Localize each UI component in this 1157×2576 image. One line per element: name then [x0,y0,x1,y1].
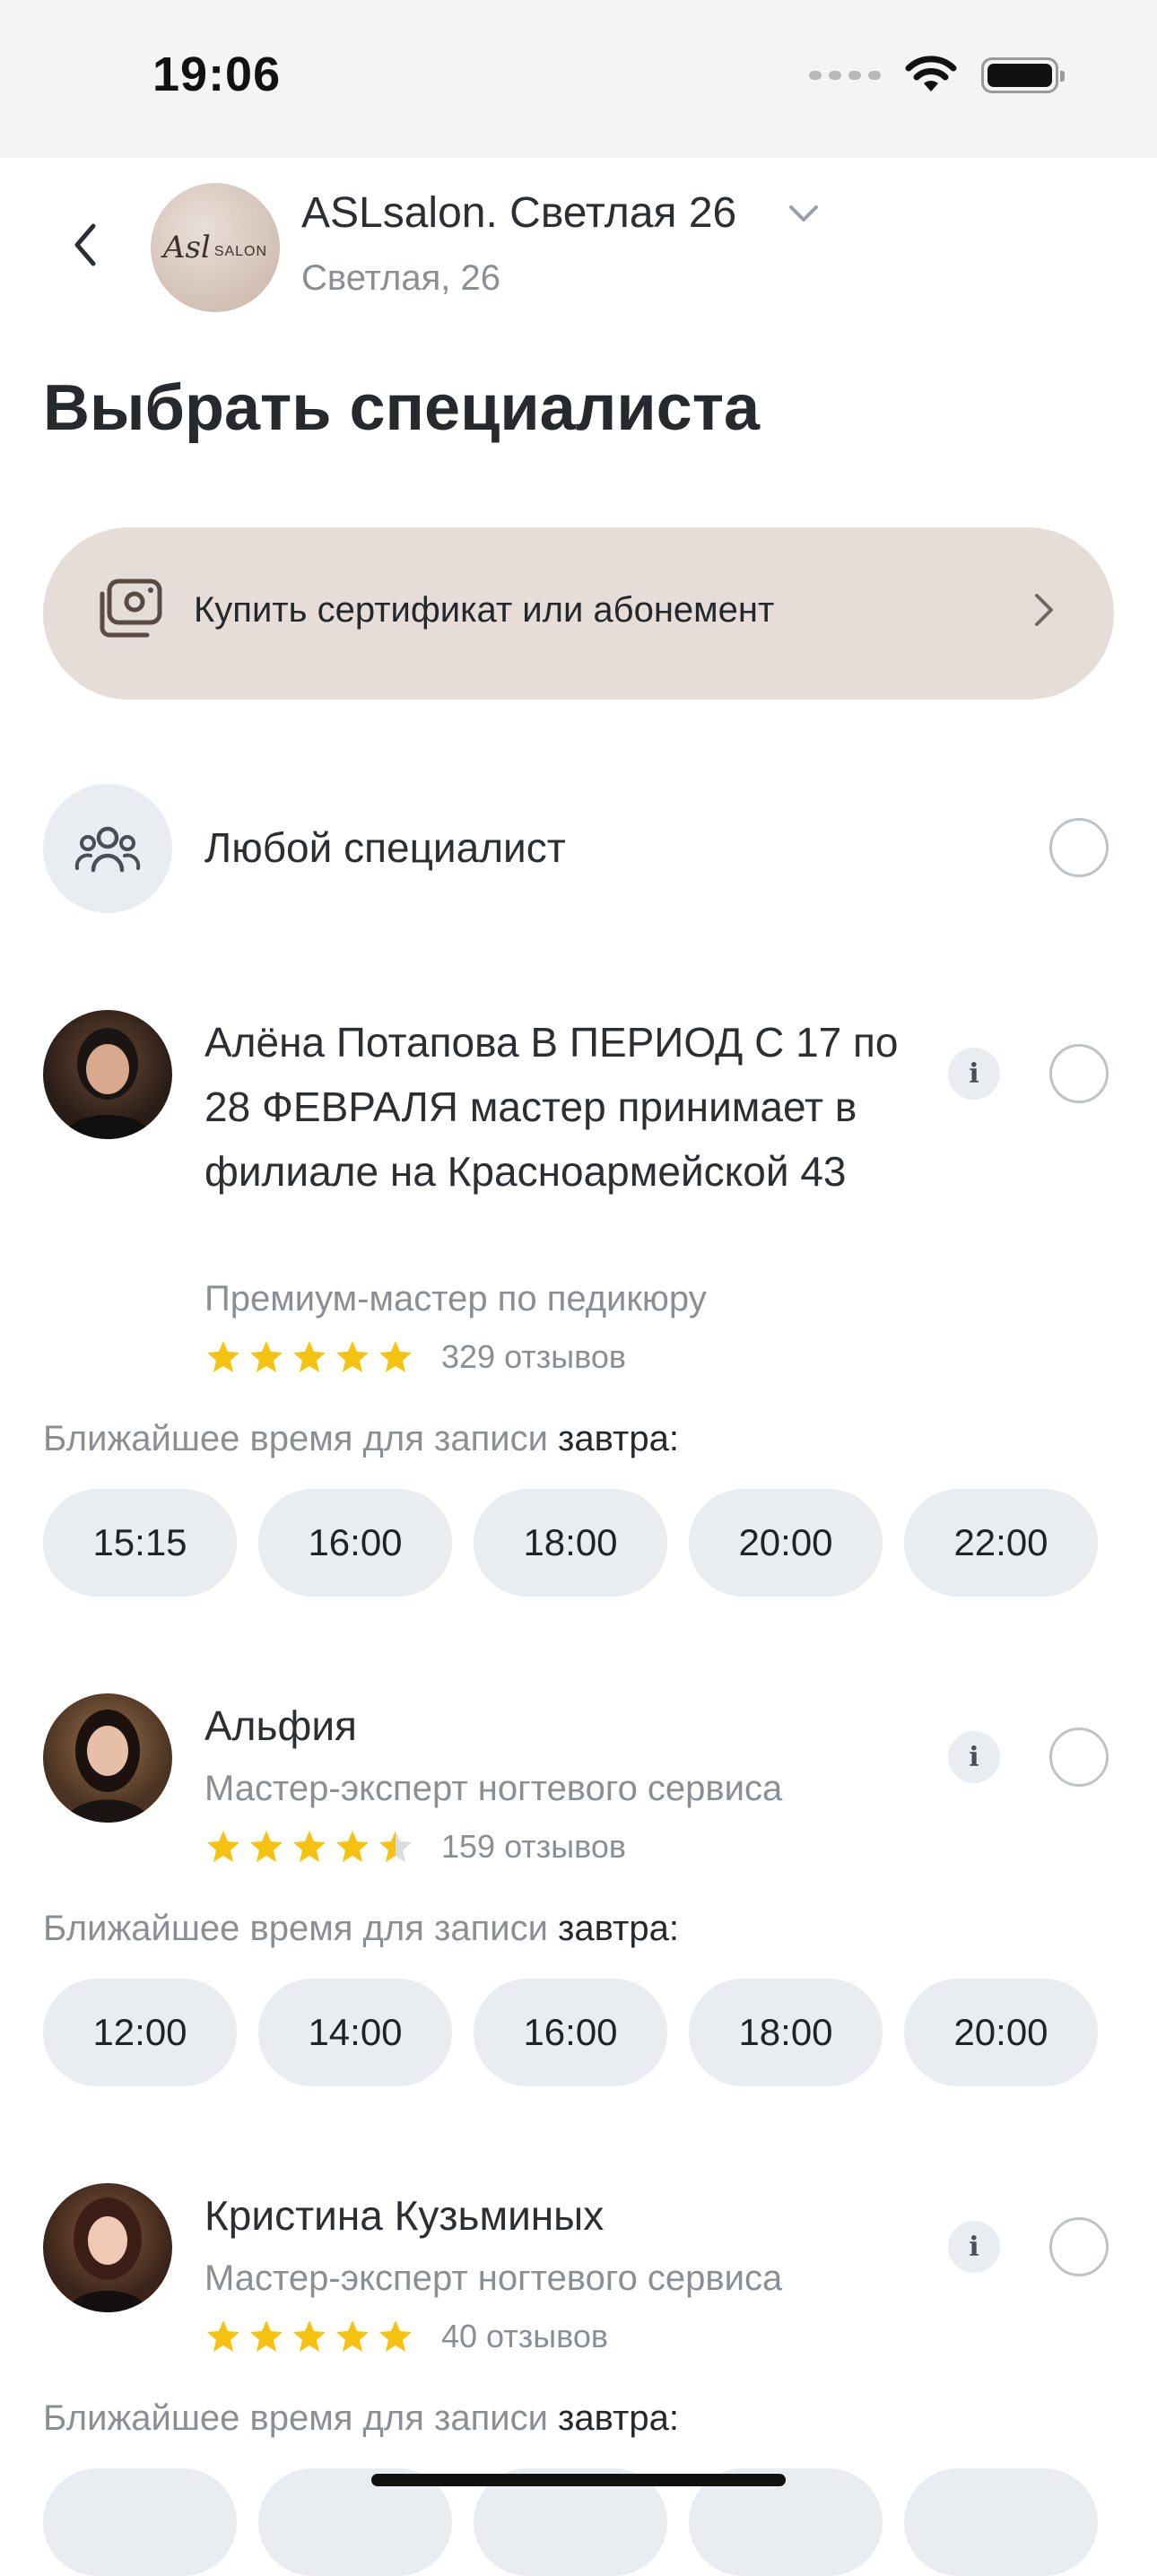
info-icon[interactable]: i [948,2221,1000,2273]
nearest-time-label: Ближайшее время для записи завтра: [43,1419,679,1459]
specialist-role: Мастер-эксперт ногтевого сервиса [204,2258,783,2298]
specialist-radio[interactable] [1049,1727,1109,1787]
rating-stars [204,1829,414,1865]
specialist-radio[interactable] [1049,2217,1109,2276]
rating-stars [204,1339,414,1375]
any-specialist-label[interactable]: Любой специалист [204,823,566,872]
status-time: 19:06 [152,48,282,101]
specialist-avatar [43,1693,172,1823]
star-icon [207,1341,239,1372]
rating-row: 40 отзывов [204,2318,608,2355]
any-specialist-avatar [43,784,172,913]
buy-certificate-label: Купить сертификат или абонемент [194,590,775,630]
salon-name[interactable]: ASLsalon. Светлая 26 [301,188,736,238]
wifi-icon [905,56,957,91]
status-icons [809,56,1065,95]
star-icon [336,1831,369,1862]
nearest-time-text: Ближайшее время для записи [43,1909,559,1948]
logo-word: SALON [213,244,268,259]
time-slot[interactable]: 20:00 [689,1489,883,1597]
back-button[interactable] [63,213,108,276]
time-slot[interactable]: 16:00 [474,1979,667,2086]
star-icon [293,2320,326,2352]
specialist-avatar [43,2183,172,2312]
any-specialist-radio[interactable] [1049,818,1109,877]
group-icon [74,826,141,873]
time-slot[interactable]: 18:00 [474,1489,667,1597]
time-slot[interactable]: 14:00 [258,1979,452,2086]
home-indicator[interactable] [371,2474,786,2486]
battery-icon [981,57,1065,93]
chevron-left-icon [74,223,96,266]
page-title: Выбрать специалиста [43,372,760,444]
info-icon[interactable]: i [948,1048,1000,1100]
star-icon [250,2320,283,2352]
time-slot[interactable]: 12:00 [43,1979,237,2086]
status-bar: 19:06 [0,0,1157,158]
salon-address: Светлая, 26 [301,258,501,298]
star-icon [379,2320,412,2352]
time-slot[interactable]: 20:00 [904,1979,1098,2086]
nearest-time-label: Ближайшее время для записи завтра: [43,2398,679,2439]
nearest-time-text: Ближайшее время для записи [43,2398,559,2438]
chevron-right-icon [1035,594,1053,626]
time-slot[interactable]: 16:00 [258,1489,452,1597]
time-slot[interactable] [904,2468,1098,2576]
specialist-avatar [43,1010,172,1139]
specialist-radio[interactable] [1049,1044,1109,1103]
star-icon [207,1831,239,1862]
star-icon [379,1341,412,1372]
chevron-down-icon[interactable] [787,203,820,224]
nearest-time-label: Ближайшее время для записи завтра: [43,1909,679,1949]
star-icon [250,1831,283,1862]
star-icon [207,2320,239,2352]
specialist-name[interactable]: Альфия [204,1693,904,1758]
nearest-time-day: завтра: [558,1419,679,1458]
time-slots: 12:00 14:00 16:00 18:00 20:00 [43,1979,1098,2086]
star-icon [293,1341,326,1372]
reviews-count: 159 отзывов [441,1828,627,1865]
star-icon [250,1341,283,1372]
time-slot[interactable]: 18:00 [689,1979,883,2086]
reviews-count: 40 отзывов [441,2318,609,2354]
specialist-role: Мастер-эксперт ногтевого сервиса [204,1769,783,1808]
logo-script: Asl [162,230,211,265]
time-slot[interactable]: 22:00 [904,1489,1098,1597]
time-slot[interactable] [43,2468,237,2576]
salon-logo: Asl SALON [151,183,280,312]
info-icon[interactable]: i [948,1731,1000,1783]
nearest-time-day: завтра: [558,2398,679,2438]
rating-stars [204,2319,414,2354]
time-slots: 15:15 16:00 18:00 20:00 22:00 [43,1489,1098,1597]
nearest-time-text: Ближайшее время для записи [43,1419,559,1458]
specialist-role: Премиум-мастер по педикюру [204,1279,707,1318]
specialist-name[interactable]: Кристина Кузьминых [204,2183,904,2248]
cellular-signal-icon [809,71,881,80]
rating-row: 159 отзывов [204,1828,626,1866]
time-slot[interactable]: 15:15 [43,1489,237,1597]
reviews-count: 329 отзывов [441,1338,627,1375]
star-icon [379,1831,412,1862]
star-icon [336,2320,369,2352]
star-icon [293,1831,326,1862]
salon-header: Asl SALON ASLsalon. Светлая 26 Светлая, … [0,158,1157,337]
certificate-icon [100,579,162,638]
rating-row: 329 отзывов [204,1338,626,1376]
star-icon [336,1341,369,1372]
specialist-name[interactable]: Алёна Потапова В ПЕРИОД С 17 по 28 ФЕВРА… [204,1010,904,1204]
buy-certificate-button[interactable]: Купить сертификат или абонемент [43,527,1114,700]
nearest-time-day: завтра: [558,1909,679,1948]
